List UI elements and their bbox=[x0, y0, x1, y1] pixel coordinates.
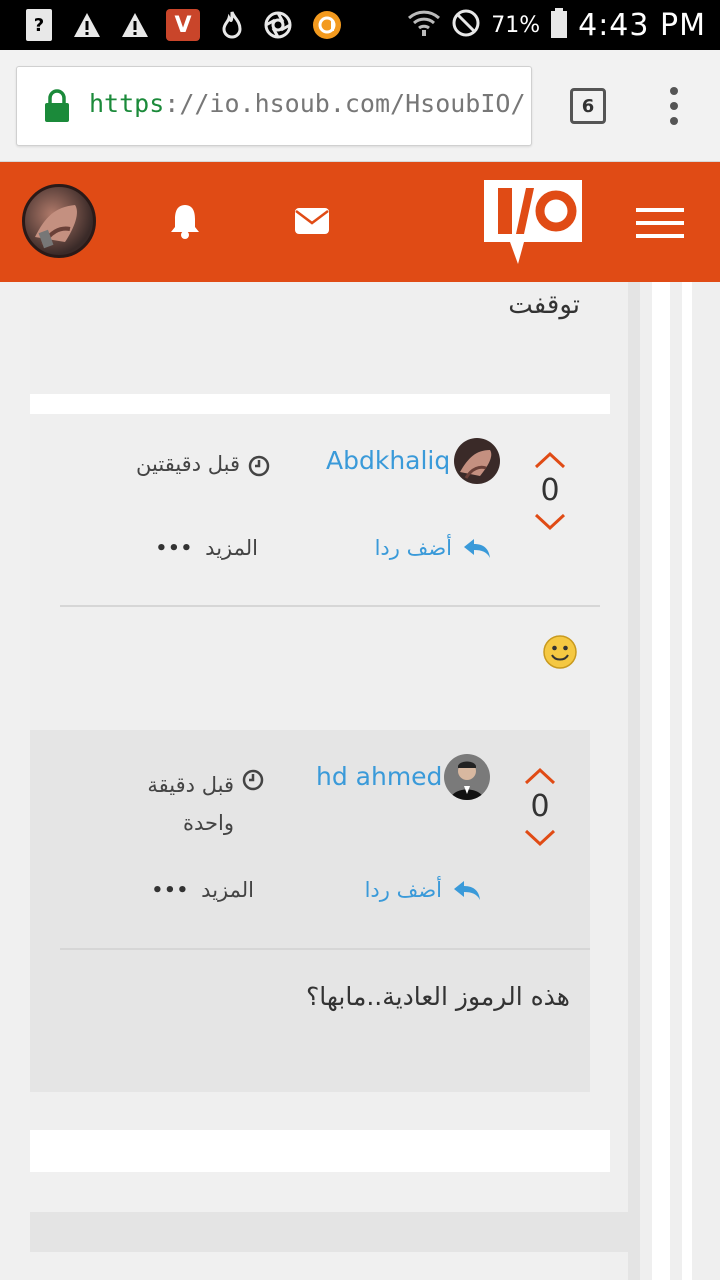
url-bar[interactable]: https://io.hsoub.com/HsoubIO/! bbox=[16, 66, 532, 146]
comment-text: توقفت bbox=[508, 290, 580, 320]
io-logo[interactable] bbox=[484, 180, 582, 266]
wifi-icon bbox=[407, 8, 441, 42]
lock-icon bbox=[45, 89, 69, 122]
reply-button[interactable]: أضف ردا bbox=[365, 878, 482, 902]
battery-icon bbox=[550, 7, 568, 43]
status-right: 71% 4:43 PM bbox=[407, 0, 706, 50]
avatar[interactable] bbox=[454, 438, 500, 484]
reply-button[interactable]: أضف ردا bbox=[375, 536, 492, 560]
vote-count: 0 bbox=[530, 789, 550, 824]
hamburger-menu-icon[interactable] bbox=[636, 206, 684, 240]
vote-count: 0 bbox=[540, 473, 560, 508]
thread-line bbox=[628, 282, 640, 1280]
flame-icon bbox=[218, 9, 246, 41]
time-text: قبل دقيقتين bbox=[136, 452, 240, 476]
reply-label: أضف ردا bbox=[374, 536, 452, 560]
downvote-icon[interactable] bbox=[523, 828, 557, 848]
tab-switcher-button[interactable]: 6 bbox=[570, 88, 606, 124]
time-text-line2: واحدة bbox=[183, 811, 234, 835]
video-app-icon: V bbox=[166, 9, 200, 41]
url-path: ://io.hsoub.com/HsoubIO/! bbox=[164, 89, 532, 118]
url-scheme: https bbox=[89, 89, 165, 118]
divider bbox=[60, 605, 600, 607]
comment-text: هذه الرموز العادية..مابها؟ bbox=[305, 982, 570, 1011]
aperture-icon bbox=[262, 9, 294, 41]
time-text: قبل دقيقة واحدة bbox=[147, 766, 234, 842]
comment-time: قبل دقيقة واحدة bbox=[147, 766, 264, 842]
more-dots-icon: ••• bbox=[155, 537, 194, 559]
more-dots-icon: ••• bbox=[151, 879, 190, 901]
thread-line bbox=[682, 282, 692, 1280]
author-link[interactable]: Abdkhaliq bbox=[326, 446, 450, 475]
more-label: المزيد bbox=[201, 878, 254, 902]
avatar[interactable] bbox=[22, 184, 96, 258]
clock-icon bbox=[248, 455, 270, 477]
do-not-disturb-icon bbox=[451, 8, 481, 42]
status-bar: ? V 71% 4:43 PM bbox=[0, 0, 720, 50]
reply-icon bbox=[454, 881, 480, 900]
more-label: المزيد bbox=[205, 536, 258, 560]
thread-line bbox=[652, 282, 670, 1280]
comment-reply: 0 hd ahmed قبل دقيقة واحدة أضف ردا المزي… bbox=[30, 730, 590, 1092]
page: ? V 71% 4:43 PM https://io.hsoub.com/Hso… bbox=[0, 0, 720, 1280]
browser-toolbar: https://io.hsoub.com/HsoubIO/! 6 bbox=[0, 50, 720, 162]
clock-time: 4:43 PM bbox=[578, 7, 706, 43]
more-button[interactable]: المزيد ••• bbox=[152, 878, 254, 902]
vote-widget: 0 bbox=[520, 766, 560, 848]
help-icon: ? bbox=[26, 9, 52, 41]
smiley-emoji bbox=[543, 635, 577, 669]
warning-icon bbox=[72, 9, 102, 41]
reply-label: أضف ردا bbox=[364, 878, 442, 902]
app-circle-icon bbox=[311, 9, 343, 41]
separator bbox=[30, 394, 610, 414]
time-text-line1: قبل دقيقة bbox=[147, 773, 234, 797]
more-button[interactable]: المزيد ••• bbox=[156, 536, 258, 560]
previous-comment-body: توقفت bbox=[30, 282, 600, 394]
upvote-icon[interactable] bbox=[523, 766, 557, 786]
site-header bbox=[0, 162, 720, 282]
overflow-menu-icon[interactable] bbox=[664, 86, 684, 126]
vote-widget: 0 bbox=[530, 450, 570, 532]
avatar[interactable] bbox=[444, 754, 490, 800]
separator bbox=[30, 1130, 610, 1172]
warning-icon bbox=[120, 9, 150, 41]
downvote-icon[interactable] bbox=[533, 512, 567, 532]
upvote-icon[interactable] bbox=[533, 450, 567, 470]
bell-icon[interactable] bbox=[168, 202, 202, 240]
url-text: https://io.hsoub.com/HsoubIO/! bbox=[89, 89, 532, 118]
divider bbox=[60, 948, 590, 950]
clock-icon bbox=[242, 769, 264, 791]
comment-time: قبل دقيقتين bbox=[136, 452, 270, 477]
next-comment-edge bbox=[30, 1212, 630, 1252]
author-link[interactable]: hd ahmed bbox=[316, 762, 442, 791]
reply-icon bbox=[464, 539, 490, 558]
battery-percent: 71% bbox=[491, 12, 541, 38]
envelope-icon[interactable] bbox=[294, 206, 330, 236]
